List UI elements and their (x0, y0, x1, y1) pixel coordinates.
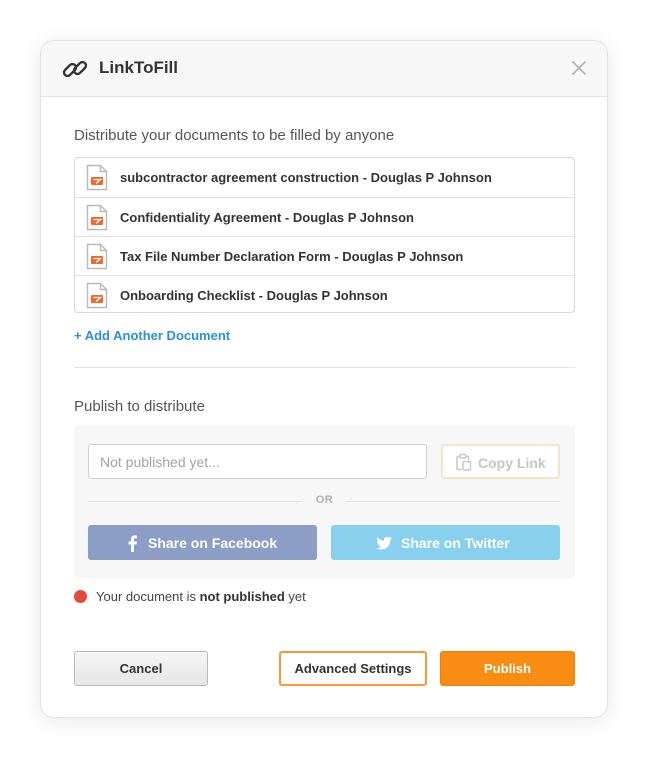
document-name: Tax File Number Declaration Form - Dougl… (120, 249, 464, 264)
status-message: Your document is not published yet (96, 589, 306, 604)
section-divider (74, 367, 575, 368)
copy-link-label: Copy Link (478, 455, 546, 471)
documents-heading: Distribute your documents to be filled b… (74, 127, 395, 144)
clipboard-icon (456, 453, 472, 471)
document-item[interactable]: subcontractor agreement construction - D… (75, 158, 574, 197)
share-link-input[interactable] (88, 444, 427, 479)
document-name: Onboarding Checklist - Douglas P Johnson (120, 288, 388, 303)
document-name: Confidentiality Agreement - Douglas P Jo… (120, 210, 414, 225)
dialog-header: LinkToFill (41, 41, 607, 97)
publish-button[interactable]: Publish (440, 651, 575, 686)
pdf-file-icon (86, 282, 108, 309)
document-item[interactable]: Onboarding Checklist - Douglas P Johnson (75, 275, 574, 314)
document-item[interactable]: Tax File Number Declaration Form - Dougl… (75, 236, 574, 275)
advanced-settings-button[interactable]: Advanced Settings (279, 651, 427, 686)
dialog-title: LinkToFill (99, 58, 179, 77)
linktofill-dialog: LinkToFill Distribute your documents to … (40, 40, 608, 718)
document-name: subcontractor agreement construction - D… (120, 170, 492, 185)
or-separator: OR (315, 494, 334, 506)
pdf-file-icon (86, 164, 108, 191)
twitter-bird-icon (376, 536, 392, 550)
close-icon[interactable] (571, 60, 587, 76)
facebook-icon (128, 535, 137, 552)
or-divider-right (346, 501, 560, 502)
twitter-label: Share on Twitter (401, 535, 510, 551)
pdf-file-icon (86, 204, 108, 231)
copy-link-button[interactable]: Copy Link (441, 444, 560, 479)
status-indicator-dot (74, 590, 87, 603)
or-divider-left (88, 501, 303, 502)
share-on-facebook-button[interactable]: Share on Facebook (88, 525, 317, 560)
link-icon (62, 60, 88, 78)
facebook-label: Share on Facebook (148, 535, 278, 551)
publish-panel: Copy Link OR Share on Facebook Share on … (74, 426, 575, 579)
cancel-button[interactable]: Cancel (74, 651, 208, 686)
share-on-twitter-button[interactable]: Share on Twitter (331, 525, 560, 560)
publish-heading: Publish to distribute (74, 398, 205, 415)
add-document-link[interactable]: + Add Another Document (74, 328, 230, 343)
document-item[interactable]: Confidentiality Agreement - Douglas P Jo… (75, 197, 574, 236)
document-list: subcontractor agreement construction - D… (74, 157, 575, 313)
pdf-file-icon (86, 243, 108, 270)
